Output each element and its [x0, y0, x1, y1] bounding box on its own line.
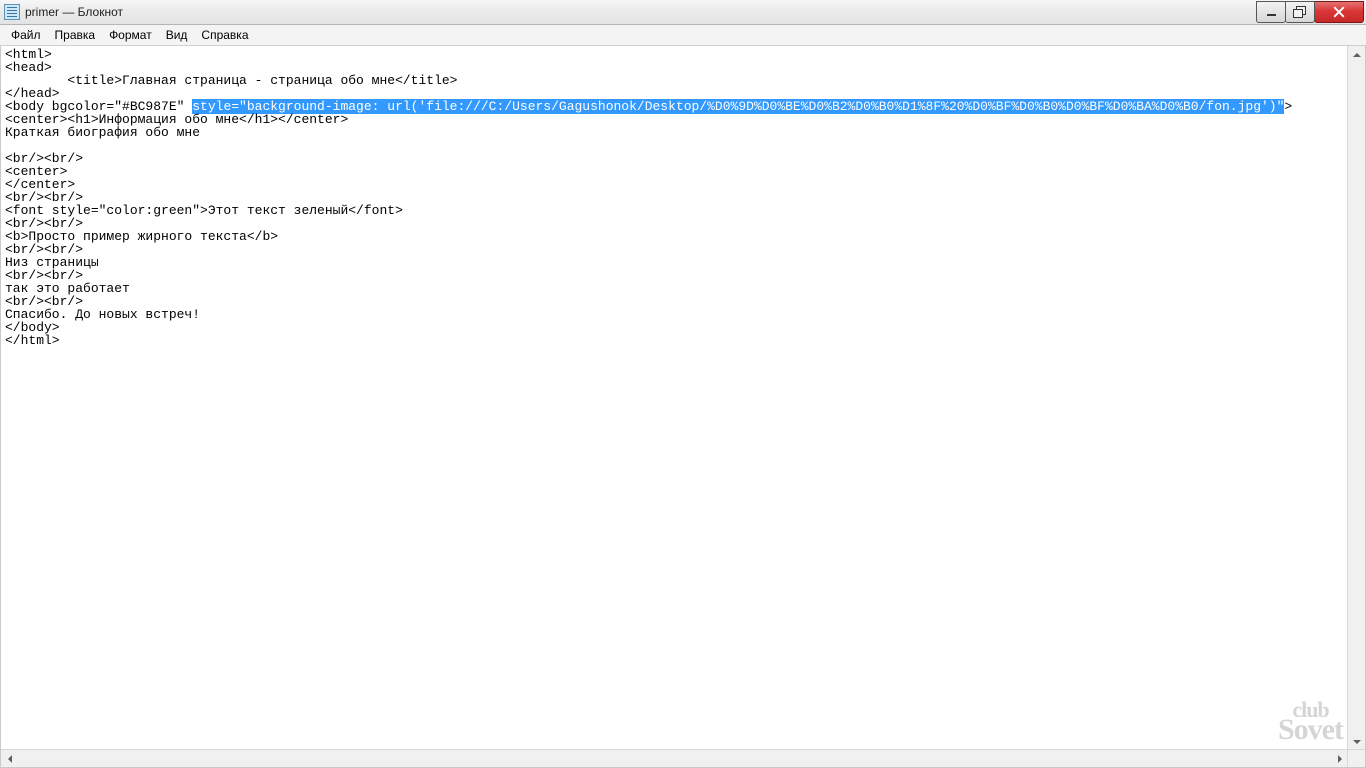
notepad-window: primer — Блокнот Файл Правка Формат Вид … [0, 0, 1366, 768]
scroll-down-button[interactable] [1348, 733, 1365, 750]
code-line: </html> [5, 333, 60, 348]
code-line: Краткая биография обо мне [5, 125, 200, 140]
menu-view[interactable]: Вид [159, 27, 195, 43]
selected-text: style="background-image: url('file:///C:… [192, 99, 1284, 114]
code-line: <title>Главная страница - страница обо м… [5, 73, 457, 88]
menu-help[interactable]: Справка [194, 27, 255, 43]
horizontal-scrollbar[interactable] [1, 749, 1348, 767]
window-controls [1257, 1, 1364, 21]
scrollbar-corner [1347, 749, 1365, 767]
menu-file[interactable]: Файл [4, 27, 48, 43]
code-line: > [1284, 99, 1292, 114]
minimize-button[interactable] [1256, 1, 1286, 23]
menu-format[interactable]: Формат [102, 27, 159, 43]
title-bar-left: primer — Блокнот [4, 4, 123, 20]
menu-bar: Файл Правка Формат Вид Справка [0, 25, 1366, 46]
maximize-restore-button[interactable] [1285, 1, 1315, 23]
close-icon [1333, 6, 1345, 18]
chevron-down-icon [1353, 738, 1361, 746]
scroll-left-button[interactable] [1, 750, 18, 767]
menu-edit[interactable]: Правка [48, 27, 103, 43]
window-title: primer — Блокнот [25, 5, 123, 19]
notepad-icon [4, 4, 20, 20]
scroll-right-button[interactable] [1331, 750, 1348, 767]
editor-container: <html> <head> <title>Главная страница - … [0, 46, 1366, 768]
chevron-up-icon [1353, 51, 1361, 59]
title-bar[interactable]: primer — Блокнот [0, 0, 1366, 25]
chevron-right-icon [1336, 755, 1344, 763]
text-area[interactable]: <html> <head> <title>Главная страница - … [1, 46, 1348, 750]
close-button[interactable] [1314, 1, 1364, 23]
vertical-scrollbar[interactable] [1347, 46, 1365, 750]
scroll-up-button[interactable] [1348, 46, 1365, 63]
chevron-left-icon [6, 755, 14, 763]
